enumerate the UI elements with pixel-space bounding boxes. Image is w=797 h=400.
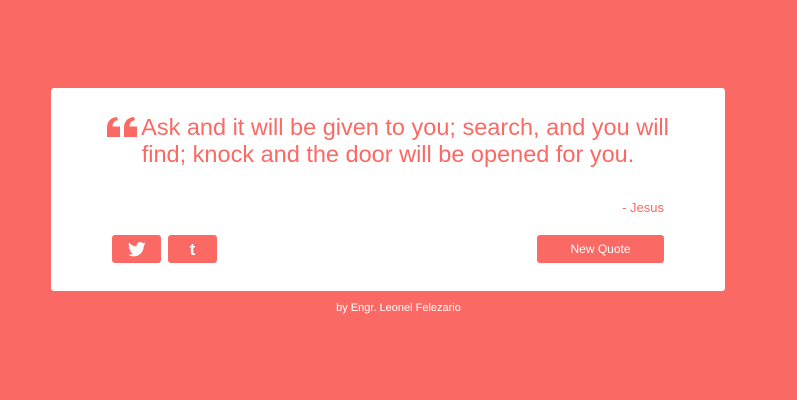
twitter-icon	[127, 241, 146, 257]
tumblr-icon: t	[189, 239, 196, 259]
quote-left-icon	[107, 117, 138, 137]
quote-text: Ask and it will be given to you; search,…	[141, 114, 669, 167]
tweet-button[interactable]	[112, 235, 161, 263]
tumblr-button[interactable]: t	[168, 235, 217, 263]
quote-author: - Jesus	[622, 200, 664, 215]
footer-credit: by Engr. Leonel Felezario	[336, 302, 461, 314]
new-quote-button[interactable]: New Quote	[537, 235, 664, 263]
quote-text-block: Ask and it will be given to you; search,…	[91, 114, 685, 168]
quote-box: Ask and it will be given to you; search,…	[51, 88, 725, 291]
